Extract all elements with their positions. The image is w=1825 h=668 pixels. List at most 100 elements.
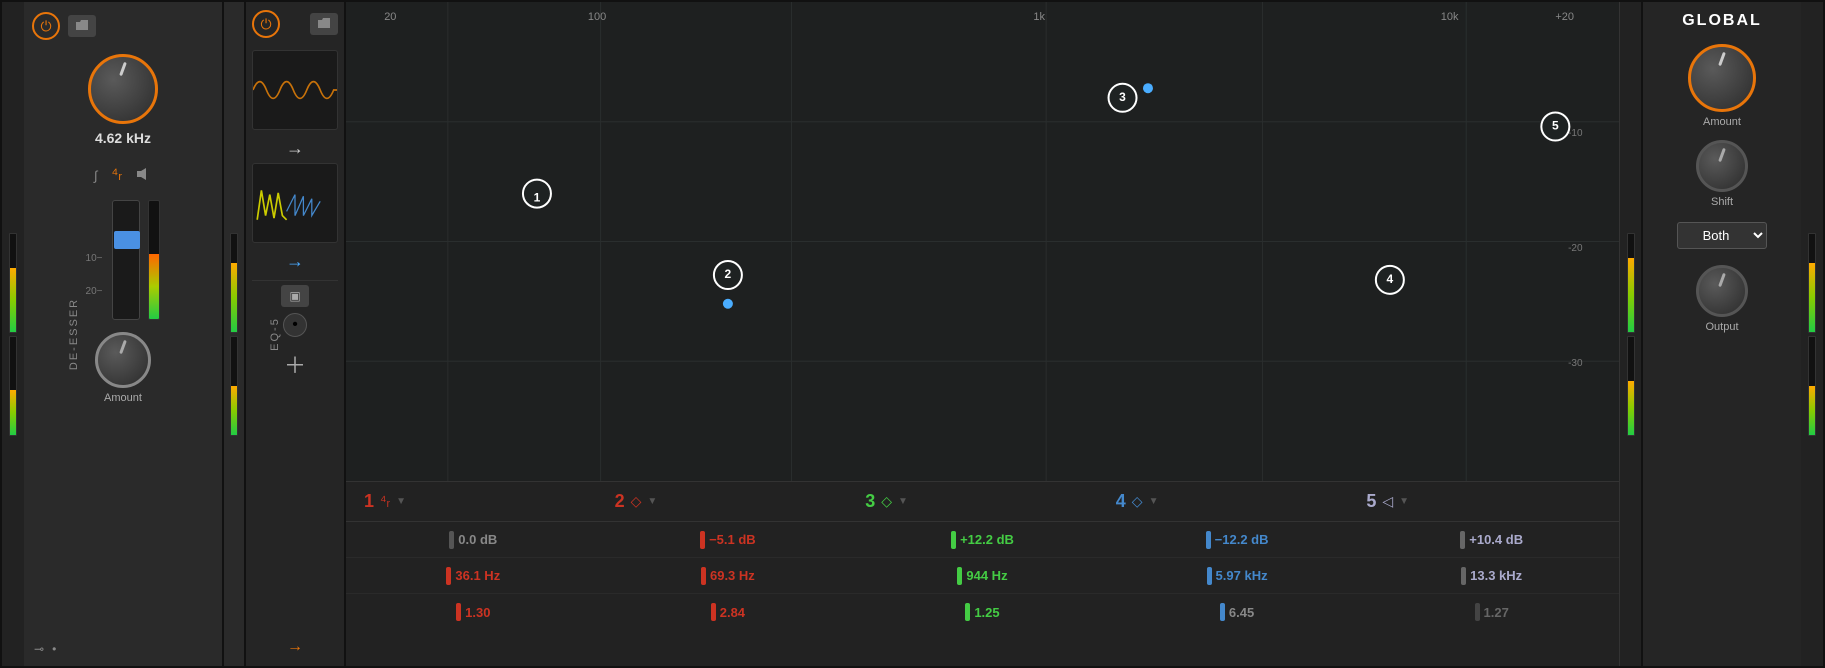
fader-mark-10: 10− [86,253,103,264]
band-1-dropdown[interactable]: ▼ [396,496,406,507]
de-esser-panel: ⏻ 4.62 kHz ∫ ⁴ᵣ [24,2,224,666]
eq5-folder-icon [317,18,331,30]
band-5-number[interactable]: 5 [1366,491,1376,512]
band-4-gain-cell: −12.2 dB [1110,531,1365,549]
de-esser-amount-knob[interactable] [95,332,151,388]
de-esser-fader[interactable] [112,200,140,320]
filter-type-2[interactable]: ⁴ᵣ [107,164,126,186]
eq-bottom-bar: 1 ⁴ᵣ ▼ 2 ◇ ▼ 3 ◇ ▼ 4 [346,481,1619,666]
de-esser-rotated-label: DE-ESSER [68,298,80,370]
de-esser-amount-label: Amount [104,392,142,404]
eq5-bottom-arrow[interactable]: → [287,638,303,656]
eq5-waveform-bottom [252,163,338,243]
waveform-svg-top [253,51,337,129]
band-4-number[interactable]: 4 [1116,491,1126,512]
band-5-q-indicator [1475,603,1480,621]
band-5-q[interactable]: 1.27 [1484,605,1509,620]
band-2-gain[interactable]: −5.1 dB [709,532,756,547]
band-3-type-icon[interactable]: ◇ [881,493,892,510]
eq5-power-button[interactable]: ⏻ [252,10,280,38]
folder-icon [75,20,89,32]
band-1-gain-indicator [449,531,454,549]
band-2-freq-cell: 69.3 Hz [601,567,856,585]
band-type-controls: 1 ⁴ᵣ ▼ 2 ◇ ▼ 3 ◇ ▼ 4 [346,482,1619,522]
band-3-freq-cell: 944 Hz [855,567,1110,585]
band-4-q-cell: 6.45 [1110,603,1365,621]
band-2-number[interactable]: 2 [615,491,625,512]
de-esser-freq-display: 4.62 kHz [95,130,151,146]
band-3-q[interactable]: 1.25 [974,605,999,620]
band-4-freq-indicator [1207,567,1212,585]
band-2-type-icon[interactable]: ◇ [631,493,642,510]
band-5-gain[interactable]: +10.4 dB [1469,532,1523,547]
band-2-freq[interactable]: 69.3 Hz [710,568,755,583]
band-4-freq[interactable]: 5.97 kHz [1216,568,1268,583]
band-5-freq-indicator [1461,567,1466,585]
band-3-gain[interactable]: +12.2 dB [960,532,1014,547]
filter-mute[interactable] [132,165,156,186]
eq5-waveform-extra: ▣ • [252,280,338,340]
left-meter-2 [9,336,17,436]
band-4-q[interactable]: 6.45 [1229,605,1254,620]
eq5-top-controls: ⏻ [252,10,338,38]
freq-row: 36.1 Hz 69.3 Hz 944 Hz 5.97 kHz 13.3 kHz [346,558,1619,594]
global-output-knob[interactable] [1696,265,1748,317]
band-4-q-indicator [1220,603,1225,621]
global-amount-knob[interactable] [1688,44,1756,112]
svg-text:4: 4 [1387,272,1394,286]
band-4-type-icon[interactable]: ◇ [1132,493,1143,510]
band-1-freq[interactable]: 36.1 Hz [455,568,500,583]
band-3-freq[interactable]: 944 Hz [966,568,1007,583]
eq5-rotated-label: EQ-5 [269,317,281,351]
band-3-dropdown[interactable]: ▼ [898,496,908,507]
eq-main-graph[interactable]: 20 100 1k 10k +20 -10 -20 -30 [346,2,1619,481]
band-5-freq[interactable]: 13.3 kHz [1470,568,1522,583]
band-2-dropdown[interactable]: ▼ [647,496,657,507]
global-output-knob-container: Output [1696,265,1748,333]
band-5-type-icon[interactable]: ◁ [1382,493,1393,510]
eq5-waveform-top [252,50,338,130]
band-4-gain[interactable]: −12.2 dB [1215,532,1269,547]
band-2-q[interactable]: 2.84 [720,605,745,620]
eq5-window-button[interactable]: ▣ [281,285,309,307]
svg-text:-20: -20 [1568,243,1583,254]
de-esser-dot-icon[interactable]: • [52,642,56,656]
band-3-number[interactable]: 3 [865,491,875,512]
gain-row: 0.0 dB −5.1 dB +12.2 dB −12.2 dB +10.4 d… [346,522,1619,558]
de-esser-amount-knob-container: Amount [95,332,151,404]
de-esser-folder-button[interactable] [68,15,96,37]
eq5-plus-button[interactable]: ＋ [284,348,306,380]
global-shift-label: Shift [1711,196,1733,208]
band-5-dropdown[interactable]: ▼ [1399,496,1409,507]
de-esser-power-button[interactable]: ⏻ [32,12,60,40]
global-output-label: Output [1705,321,1738,333]
band-1-number[interactable]: 1 [364,491,374,512]
band-1-q[interactable]: 1.30 [465,605,490,620]
right-deesser-meter [224,2,246,666]
global-both-container: Both Left Right [1677,222,1767,249]
band-1-gain[interactable]: 0.0 dB [458,532,497,547]
far-right-meter [1801,2,1823,666]
global-shift-knob[interactable] [1696,140,1748,192]
band-5-freq-cell: 13.3 kHz [1364,567,1619,585]
band-1-type-icon[interactable]: ⁴ᵣ [380,493,390,510]
de-esser-freq-knob[interactable] [88,54,158,124]
eq5-dot-button[interactable]: • [283,313,307,337]
de-esser-key-icon[interactable]: ⊸ [34,642,44,656]
band-2-gain-indicator [700,531,705,549]
q-row: 1.30 2.84 1.25 6.45 1.27 [346,594,1619,630]
eq5-arrow-right-1[interactable]: → [286,138,304,159]
band-3-gain-indicator [951,531,956,549]
filter-type-1[interactable]: ∫ [90,166,102,185]
band-5-q-cell: 1.27 [1364,603,1619,621]
eq5-folder-button[interactable] [310,13,338,35]
left-meter-strip [2,2,24,666]
eq5-arrow-right-2[interactable]: → [286,251,304,272]
band-3-controls: 3 ◇ ▼ [857,491,1108,512]
eq-out-meter-2 [1627,336,1635,436]
svg-text:-10: -10 [1568,128,1583,139]
global-both-select[interactable]: Both Left Right [1677,222,1767,249]
band-5-gain-indicator [1460,531,1465,549]
band-4-dropdown[interactable]: ▼ [1149,496,1159,507]
svg-text:20: 20 [384,11,396,23]
